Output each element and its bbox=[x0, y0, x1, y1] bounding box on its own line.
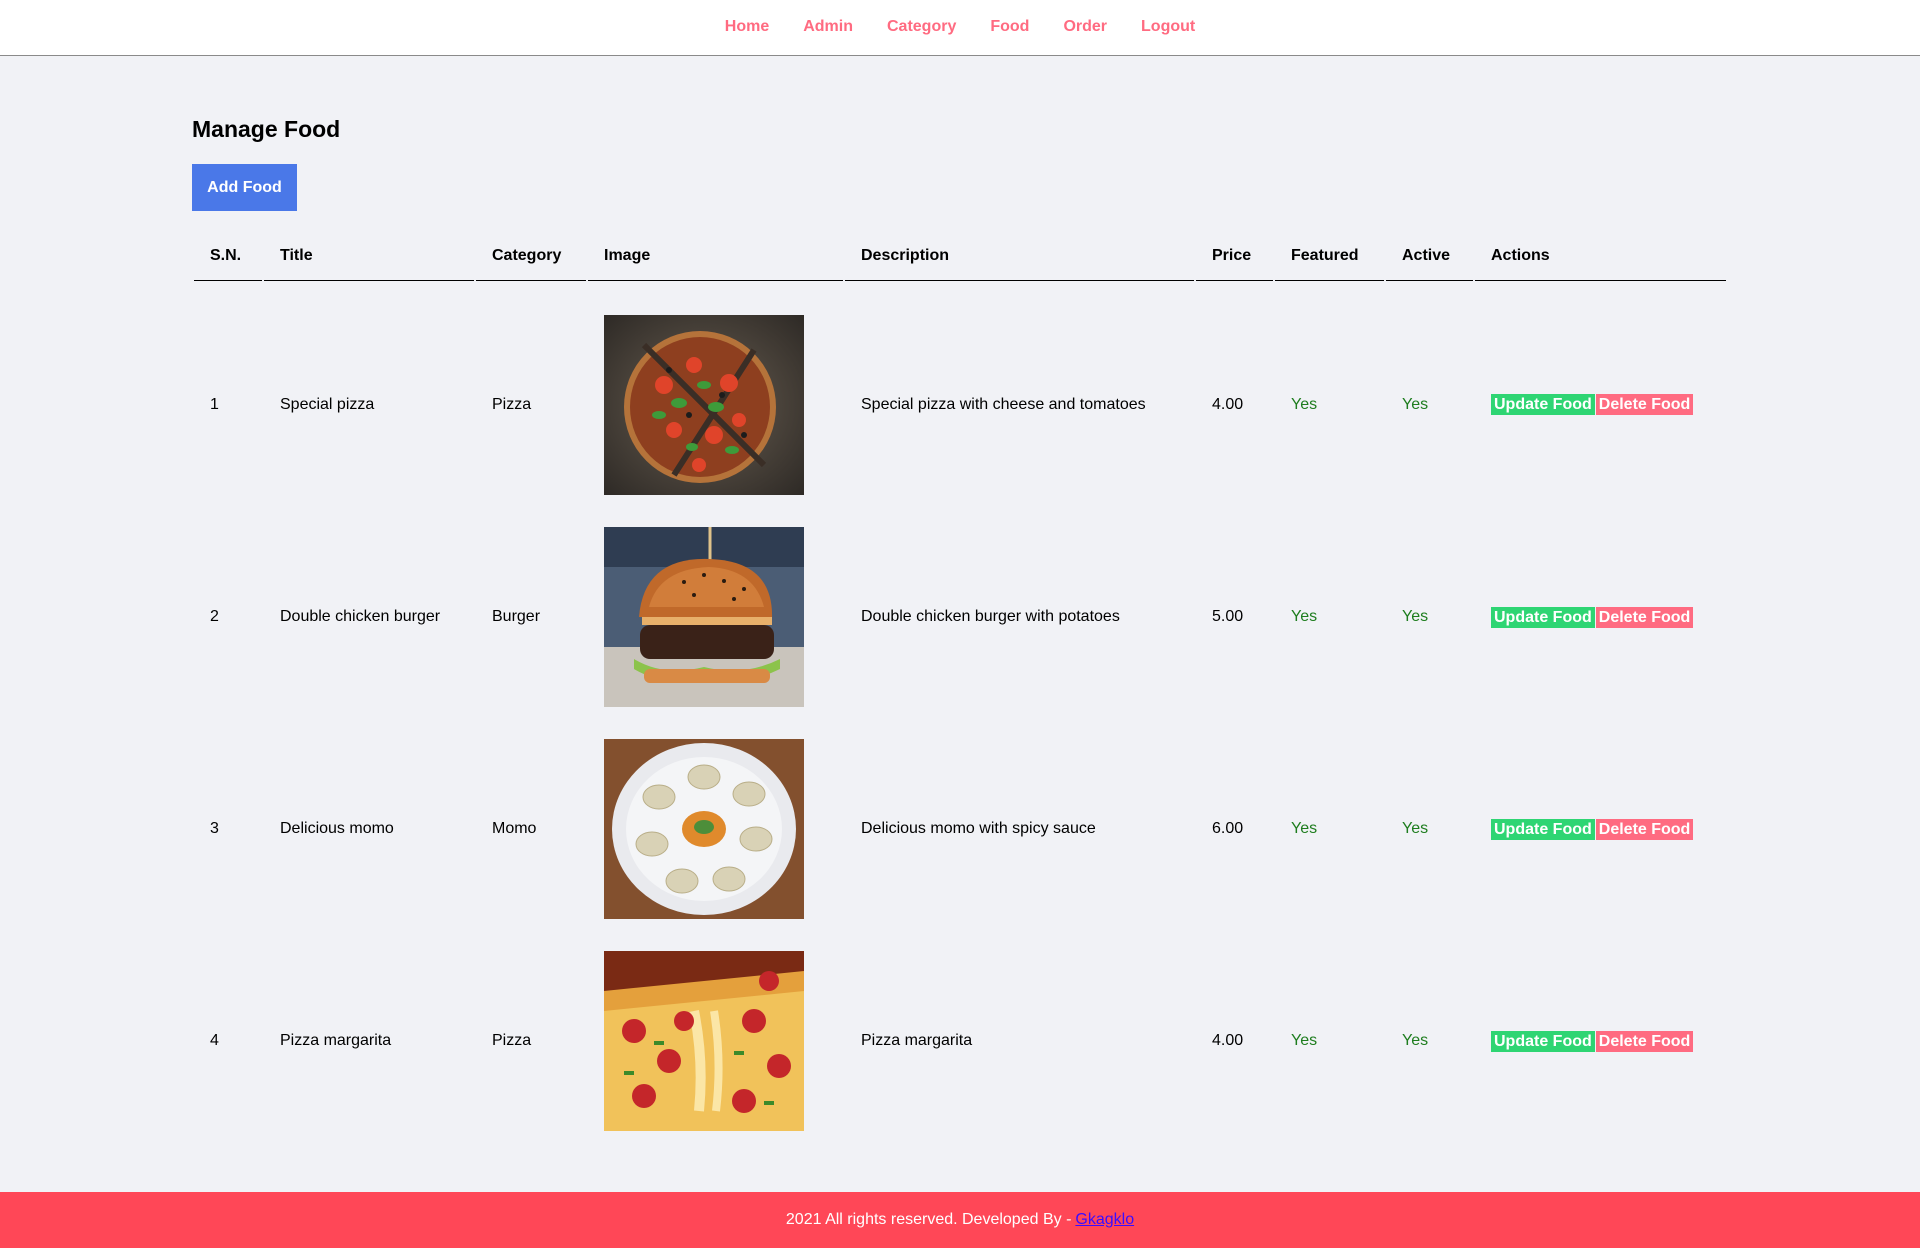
cell-active: Yes bbox=[1402, 1032, 1429, 1049]
nav-link-logout[interactable]: Logout bbox=[1124, 18, 1212, 35]
cell-description: Pizza margarita bbox=[861, 1032, 973, 1049]
cell-description: Double chicken burger with potatoes bbox=[861, 608, 1120, 625]
cell-title: Pizza margarita bbox=[280, 1032, 392, 1049]
delete-food-button[interactable]: Delete Food bbox=[1595, 818, 1694, 840]
column-header-actions: Actions bbox=[1475, 232, 1726, 281]
cell-title: Double chicken burger bbox=[280, 608, 441, 625]
column-header-description: Description bbox=[845, 232, 1194, 281]
nav-link-home[interactable]: Home bbox=[708, 18, 786, 35]
nav-item-category: Category bbox=[870, 18, 973, 36]
add-food-button[interactable]: Add Food bbox=[192, 164, 297, 211]
nav-link-admin[interactable]: Admin bbox=[786, 18, 870, 35]
column-header-sn: S.N. bbox=[194, 232, 262, 281]
cell-featured: Yes bbox=[1291, 608, 1318, 625]
table-row: 3 Delicious momo Momo Delicious momo wit… bbox=[194, 723, 1726, 935]
column-header-price: Price bbox=[1196, 232, 1273, 281]
update-food-button[interactable]: Update Food bbox=[1491, 818, 1595, 840]
cell-price: 5.00 bbox=[1212, 608, 1244, 625]
page-title: Manage Food bbox=[192, 116, 341, 142]
cell-featured: Yes bbox=[1291, 820, 1318, 837]
cell-sn: 1 bbox=[210, 395, 219, 413]
nav-item-food: Food bbox=[973, 18, 1046, 36]
delete-food-button[interactable]: Delete Food bbox=[1595, 606, 1694, 628]
cell-actions: Update Food Delete Food bbox=[1475, 935, 1726, 1147]
cell-image bbox=[588, 935, 843, 1147]
table-row: 2 Double chicken burger Burger Double ch… bbox=[194, 511, 1726, 723]
table-row: 4 Pizza margarita Pizza Pizza margarita … bbox=[194, 935, 1726, 1147]
cell-featured: Yes bbox=[1291, 395, 1318, 413]
cell-actions: Update Food Delete Food bbox=[1475, 281, 1726, 511]
cell-image bbox=[588, 511, 843, 723]
cell-active: Yes bbox=[1402, 395, 1429, 413]
update-food-button[interactable]: Update Food bbox=[1491, 606, 1595, 628]
top-navbar: Home Admin Category Food Order Logout bbox=[0, 0, 1920, 56]
cell-title: Delicious momo bbox=[280, 820, 394, 837]
nav-link-category[interactable]: Category bbox=[870, 18, 973, 35]
cell-sn: 3 bbox=[210, 820, 219, 837]
cell-featured: Yes bbox=[1291, 1032, 1318, 1049]
footer: 2021 All rights reserved. Developed By -… bbox=[0, 1192, 1920, 1248]
cell-price: 6.00 bbox=[1212, 820, 1244, 837]
momo-plate-image bbox=[604, 739, 804, 919]
cell-category: Momo bbox=[492, 820, 537, 837]
nav-menu: Home Admin Category Food Order Logout bbox=[708, 18, 1212, 36]
cell-category: Burger bbox=[492, 608, 541, 625]
nav-link-food[interactable]: Food bbox=[973, 18, 1046, 35]
table-header-row: S.N. Title Category Image Description Pr… bbox=[194, 232, 1726, 281]
cell-title: Special pizza bbox=[280, 395, 375, 413]
nav-item-admin: Admin bbox=[786, 18, 870, 36]
cell-price: 4.00 bbox=[1212, 1032, 1244, 1049]
column-header-featured: Featured bbox=[1275, 232, 1384, 281]
food-table: S.N. Title Category Image Description Pr… bbox=[192, 232, 1728, 1147]
cell-description: Special pizza with cheese and tomatoes bbox=[861, 395, 1146, 413]
burger-image bbox=[604, 527, 804, 707]
column-header-title: Title bbox=[264, 232, 474, 281]
developer-link[interactable]: Gkagklo bbox=[1075, 1211, 1134, 1229]
delete-food-button[interactable]: Delete Food bbox=[1595, 394, 1694, 415]
delete-food-button[interactable]: Delete Food bbox=[1595, 1030, 1694, 1052]
nav-item-home: Home bbox=[708, 18, 786, 36]
cell-sn: 2 bbox=[210, 608, 219, 625]
nav-item-order: Order bbox=[1046, 18, 1124, 36]
cell-sn: 4 bbox=[210, 1032, 219, 1049]
update-food-button[interactable]: Update Food bbox=[1491, 1030, 1595, 1052]
cell-active: Yes bbox=[1402, 608, 1429, 625]
cell-description: Delicious momo with spicy sauce bbox=[861, 820, 1096, 837]
table-row: 1 Special pizza Pizza Special pizza with… bbox=[194, 281, 1726, 511]
footer-text: 2021 All rights reserved. Developed By - bbox=[785, 1211, 1072, 1228]
cell-category: Pizza bbox=[492, 395, 532, 413]
cell-active: Yes bbox=[1402, 820, 1429, 837]
cell-price: 4.00 bbox=[1212, 395, 1244, 413]
column-header-active: Active bbox=[1386, 232, 1473, 281]
nav-item-logout: Logout bbox=[1124, 18, 1212, 36]
pizza-slices-image bbox=[604, 314, 804, 495]
cell-actions: Update Food Delete Food bbox=[1475, 511, 1726, 723]
cell-category: Pizza bbox=[492, 1032, 532, 1049]
cell-image bbox=[588, 281, 843, 511]
column-header-image: Image bbox=[588, 232, 843, 281]
pizza-cheese-pull-image bbox=[604, 951, 804, 1131]
nav-link-order[interactable]: Order bbox=[1046, 18, 1124, 35]
update-food-button[interactable]: Update Food bbox=[1491, 394, 1595, 415]
cell-actions: Update Food Delete Food bbox=[1475, 723, 1726, 935]
cell-image bbox=[588, 723, 843, 935]
column-header-category: Category bbox=[476, 232, 586, 281]
